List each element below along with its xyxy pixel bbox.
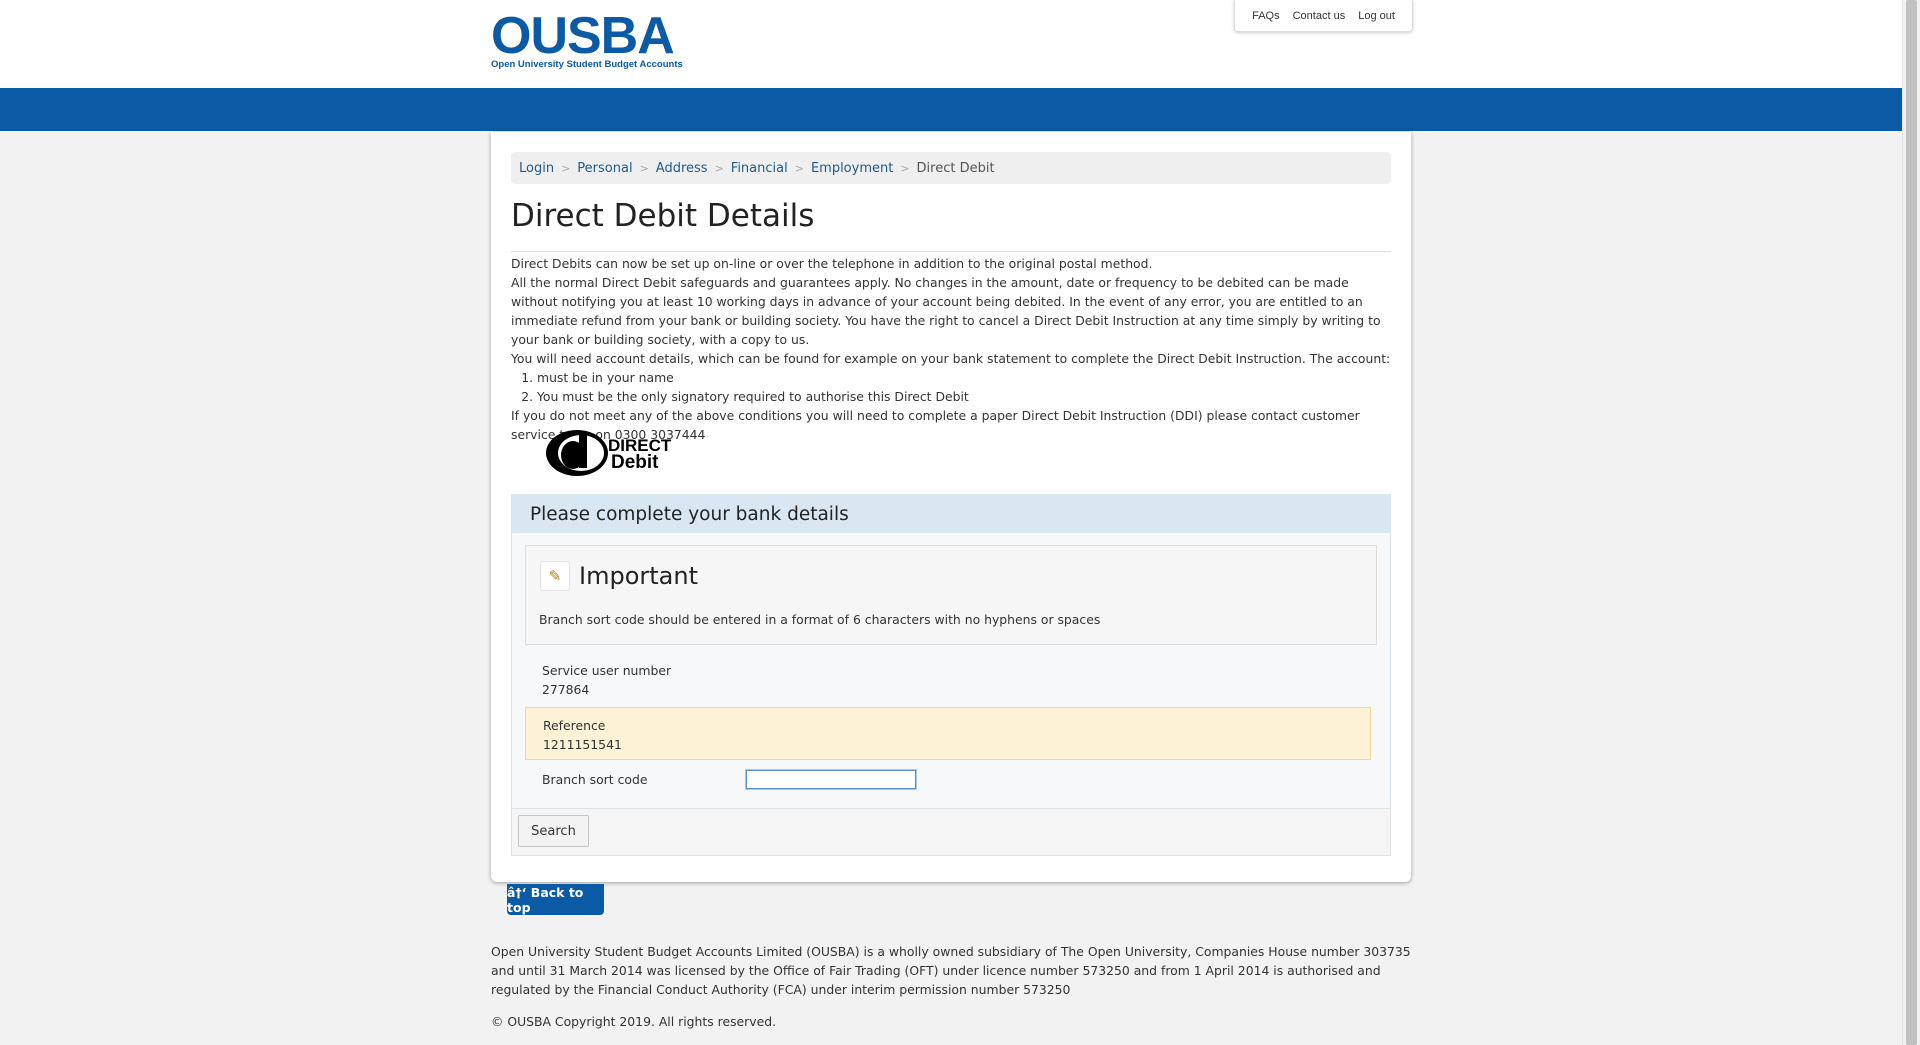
reference-value: 1211151541 bbox=[543, 737, 622, 752]
branch-sort-code-label: Branch sort code bbox=[542, 771, 648, 787]
breadcrumb-current: Direct Debit bbox=[916, 160, 995, 176]
list-item: You must be the only signatory required … bbox=[537, 387, 1391, 406]
logo-subtitle: Open University Student Budget Accounts bbox=[491, 59, 683, 70]
chevron-right-icon: > bbox=[900, 161, 910, 175]
breadcrumb: Login > Personal > Address > Financial >… bbox=[511, 152, 1391, 184]
vertical-scrollbar[interactable] bbox=[1902, 0, 1920, 1045]
important-notice: ✎ Important Branch sort code should be e… bbox=[525, 545, 1377, 645]
title-divider bbox=[511, 251, 1391, 252]
breadcrumb-personal[interactable]: Personal bbox=[575, 161, 634, 176]
nav-bar bbox=[0, 88, 1903, 131]
ousba-logo[interactable]: OUSBA Open University Student Budget Acc… bbox=[491, 7, 691, 70]
dd-logo-line2: Debit bbox=[611, 452, 659, 473]
chevron-right-icon: > bbox=[639, 161, 649, 175]
reference-row: Reference 1211151541 bbox=[525, 707, 1371, 760]
direct-debit-logo: DIRECT Debit bbox=[546, 430, 672, 476]
breadcrumb-login[interactable]: Login bbox=[517, 161, 556, 176]
footer-legal-text: Open University Student Budget Accounts … bbox=[491, 944, 1411, 997]
chevron-right-icon: > bbox=[714, 161, 724, 175]
scrollbar-thumb[interactable] bbox=[1906, 0, 1917, 1045]
important-title: Important bbox=[579, 562, 698, 590]
list-item: must be in your name bbox=[537, 368, 1391, 387]
breadcrumb-employment[interactable]: Employment bbox=[809, 161, 895, 176]
log-out-link[interactable]: Log out bbox=[1358, 10, 1395, 22]
chevron-right-icon: > bbox=[561, 161, 571, 175]
breadcrumb-address[interactable]: Address bbox=[654, 161, 710, 176]
intro-text: Direct Debits can now be set up on-line … bbox=[511, 254, 1391, 444]
important-text: Branch sort code should be entered in a … bbox=[539, 612, 1101, 627]
contact-us-link[interactable]: Contact us bbox=[1293, 10, 1346, 22]
footer: Open University Student Budget Accounts … bbox=[491, 942, 1411, 1044]
back-to-top-button[interactable]: â†‘ Back to top bbox=[507, 884, 604, 915]
breadcrumb-financial[interactable]: Financial bbox=[729, 161, 790, 176]
intro-paragraph: All the normal Direct Debit safeguards a… bbox=[511, 275, 1381, 347]
page-title: Direct Debit Details bbox=[511, 198, 815, 234]
intro-paragraph: Direct Debits can now be set up on-line … bbox=[511, 256, 1153, 271]
main-card: Login > Personal > Address > Financial >… bbox=[491, 132, 1411, 882]
bank-details-panel: Please complete your bank details ✎ Impo… bbox=[511, 494, 1391, 856]
site-header: OUSBA Open University Student Budget Acc… bbox=[0, 0, 1903, 88]
form-actions: Search bbox=[511, 808, 1391, 856]
faqs-link[interactable]: FAQs bbox=[1252, 10, 1280, 22]
logo-mark: OUSBA bbox=[491, 7, 675, 65]
footer-copyright: © OUSBA Copyright 2019. All rights reser… bbox=[491, 1014, 777, 1029]
top-links: FAQs Contact us Log out bbox=[1234, 0, 1413, 32]
chevron-right-icon: > bbox=[794, 161, 804, 175]
search-button[interactable]: Search bbox=[518, 815, 589, 847]
branch-sort-code-input[interactable] bbox=[745, 768, 917, 790]
intro-paragraph: You will need account details, which can… bbox=[511, 351, 1391, 366]
reference-label: Reference bbox=[543, 718, 606, 733]
bank-details-heading: Please complete your bank details bbox=[512, 495, 1390, 533]
account-requirements-list: must be in your name You must be the onl… bbox=[511, 368, 1391, 406]
service-user-number-value: 277864 bbox=[542, 682, 590, 697]
branch-sort-code-row: Branch sort code bbox=[525, 765, 1371, 793]
pencil-icon: ✎ bbox=[540, 561, 570, 591]
service-user-number-label: Service user number bbox=[542, 663, 672, 678]
service-user-number-row: Service user number 277864 bbox=[525, 661, 1371, 701]
